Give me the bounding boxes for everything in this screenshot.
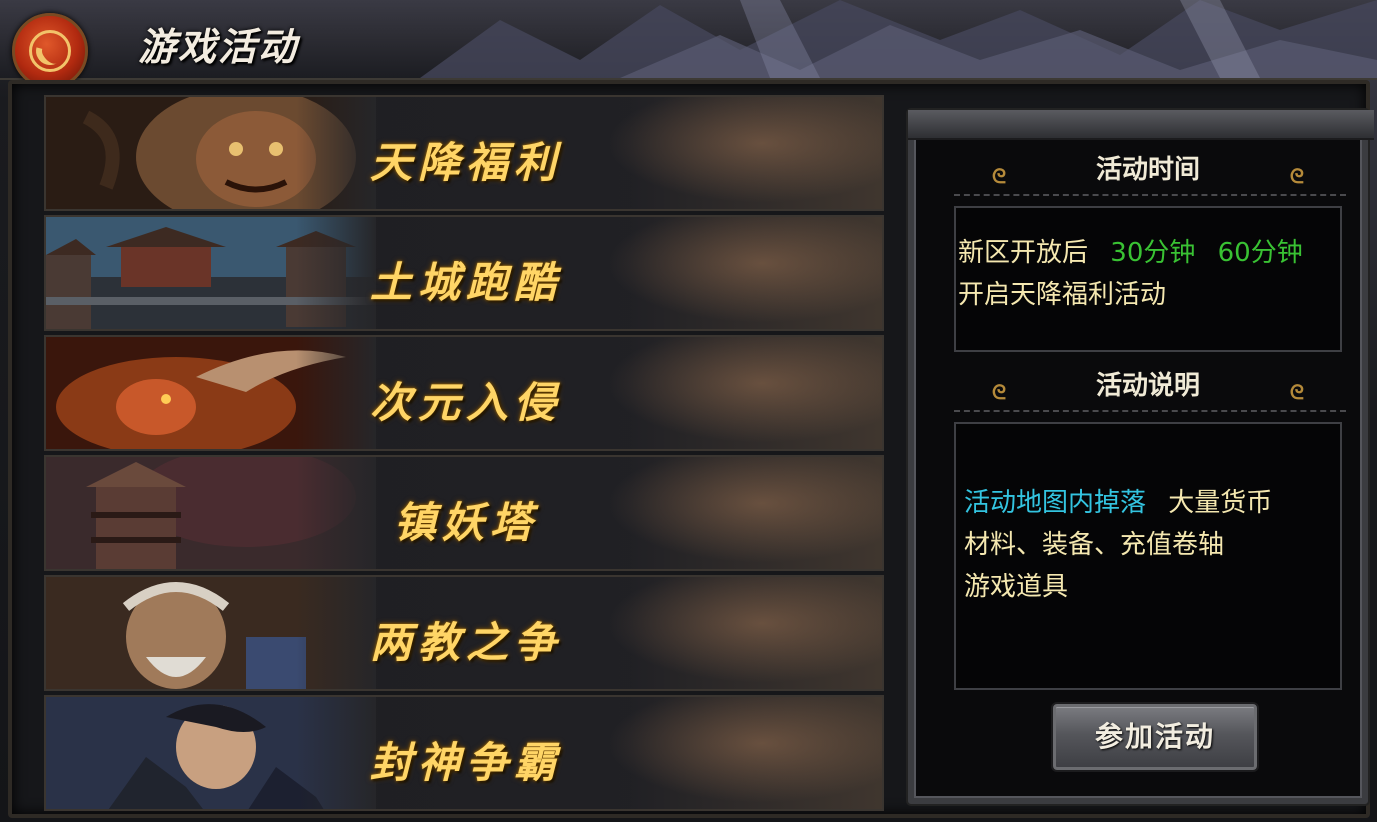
join-activity-button[interactable]: 参加活动 — [1053, 704, 1257, 770]
activity-label: 镇妖塔 — [393, 498, 538, 547]
top-banner: 游戏活动 — [0, 0, 1377, 89]
description-section-header: ᘓ 活动说明 ᘓ — [952, 368, 1344, 404]
activity-list: 天降福利 土城跑酷 次元入侵 镇妖塔 两教之争 封神争霸 — [44, 95, 884, 811]
description-line-3: 游戏道具 — [964, 572, 1069, 602]
activity-label: 土城跑酷 — [369, 258, 562, 307]
activity-item-zhenyao-ta[interactable]: 镇妖塔 — [44, 455, 884, 571]
time-prefix: 新区开放后 — [958, 238, 1089, 268]
time-info-box: 新区开放后 30分钟 60分钟 开启天降福利活动 — [954, 206, 1342, 352]
time-slot-2: 60分钟 — [1217, 238, 1303, 268]
description-heading: 活动说明 — [1095, 371, 1200, 401]
activity-item-ciyuan-ruqin[interactable]: 次元入侵 — [44, 335, 884, 451]
time-line-2: 开启天降福利活动 — [958, 280, 1167, 310]
activity-item-tianjiang-fuli[interactable]: 天降福利 — [44, 95, 884, 211]
description-highlight: 活动地图内掉落 — [964, 488, 1147, 518]
divider — [954, 194, 1346, 196]
activity-label: 两教之争 — [369, 618, 562, 667]
scroll-ornament-icon: ᘓ — [1289, 380, 1304, 404]
activity-label: 次元入侵 — [369, 378, 562, 427]
scroll-ornament-icon: ᘓ — [1289, 164, 1304, 188]
banner-rock-art — [420, 0, 1377, 78]
description-line-2: 材料、装备、充值卷轴 — [964, 530, 1225, 560]
scroll-ornament-icon: ᘓ — [992, 380, 1007, 404]
description-line-1: 活动地图内掉落 大量货币 — [964, 482, 1272, 524]
yin-yang-icon — [12, 13, 88, 89]
join-activity-label: 参加活动 — [1094, 720, 1215, 753]
activity-label: 天降福利 — [369, 138, 562, 187]
description-line-1-rest: 大量货币 — [1168, 488, 1273, 518]
time-slot-1: 30分钟 — [1110, 238, 1196, 268]
activity-item-tucheng-paoku[interactable]: 土城跑酷 — [44, 215, 884, 331]
description-box: 活动地图内掉落 大量货币 材料、装备、充值卷轴 游戏道具 — [954, 422, 1342, 690]
activity-item-fengshen-zhengba[interactable]: 封神争霸 — [44, 695, 884, 811]
activity-label: 封神争霸 — [369, 738, 562, 787]
activity-info-panel: ᘓ 活动时间 ᘓ 新区开放后 30分钟 60分钟 开启天降福利活动 ᘓ 活动说明… — [908, 110, 1377, 810]
info-panel-top-bar — [908, 110, 1374, 140]
scroll-ornament-icon: ᘓ — [992, 164, 1007, 188]
activity-item-liangjiao-zhizheng[interactable]: 两教之争 — [44, 575, 884, 691]
page-title: 游戏活动 — [138, 24, 299, 69]
game-activity-screen: 游戏活动 天降福利 土城跑酷 次元入侵 镇妖塔 两教之争 封神争霸 ᘓ 活动时间… — [0, 0, 1377, 822]
time-section-header: ᘓ 活动时间 ᘓ — [952, 152, 1344, 188]
time-line-1: 新区开放后 30分钟 60分钟 — [958, 232, 1303, 274]
divider — [954, 410, 1346, 412]
time-heading: 活动时间 — [1095, 155, 1200, 185]
